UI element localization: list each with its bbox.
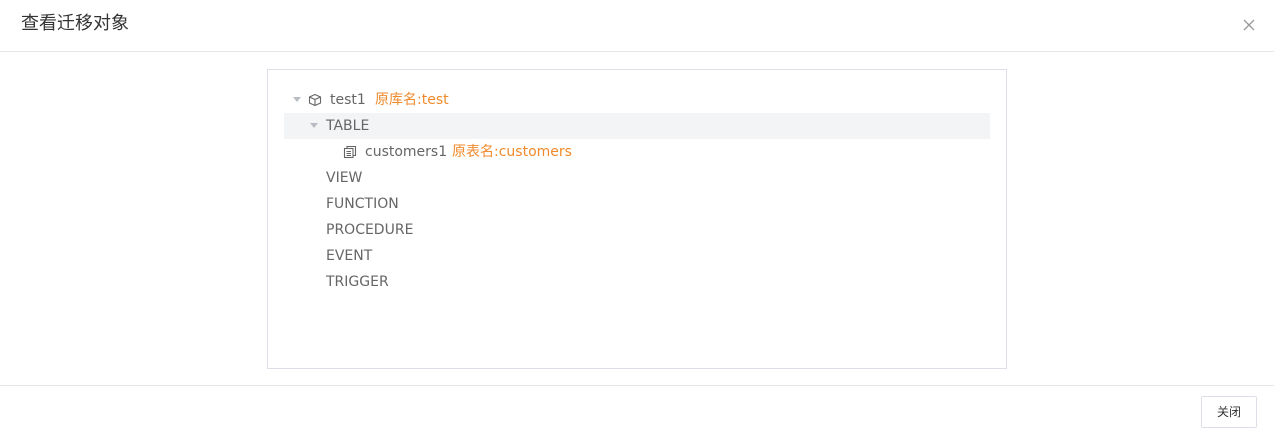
- tree-node-procedure[interactable]: PROCEDURE: [284, 217, 990, 243]
- close-icon[interactable]: [1240, 16, 1258, 34]
- table-file-icon: [343, 145, 357, 159]
- tree-node-trigger[interactable]: TRIGGER: [284, 269, 990, 295]
- table-item-origin-name: 原表名:customers: [452, 144, 572, 160]
- dialog-footer: 关闭: [0, 385, 1274, 436]
- dialog-header: 查看迁移对象: [0, 0, 1274, 52]
- root-origin-name: 原库名:test: [375, 92, 449, 108]
- tree-node-function[interactable]: FUNCTION: [284, 191, 990, 217]
- migration-objects-dialog: 查看迁移对象 test1 原库名:test TABLE customers1 原…: [0, 0, 1274, 436]
- tree-node-event[interactable]: EVENT: [284, 243, 990, 269]
- tree-node-table-item[interactable]: customers1 原表名:customers: [284, 139, 990, 165]
- close-button[interactable]: 关闭: [1201, 396, 1257, 428]
- database-cube-icon: [308, 93, 322, 107]
- group-label-procedure: PROCEDURE: [326, 222, 414, 238]
- caret-down-icon[interactable]: [293, 97, 301, 102]
- dialog-body: test1 原库名:test TABLE customers1 原表名:cust…: [0, 52, 1274, 385]
- group-label-trigger: TRIGGER: [326, 274, 389, 290]
- dialog-title: 查看迁移对象: [21, 13, 129, 34]
- table-group-label: TABLE: [326, 118, 370, 134]
- object-tree: test1 原库名:test TABLE customers1 原表名:cust…: [267, 69, 1007, 369]
- table-item-label: customers1: [365, 144, 448, 160]
- tree-node-root[interactable]: test1 原库名:test: [284, 87, 990, 113]
- group-label-view: VIEW: [326, 170, 363, 186]
- tree-node-view[interactable]: VIEW: [284, 165, 990, 191]
- caret-down-icon[interactable]: [310, 123, 318, 128]
- root-label: test1: [330, 92, 366, 108]
- group-label-event: EVENT: [326, 248, 373, 264]
- group-label-function: FUNCTION: [326, 196, 399, 212]
- tree-node-table-group[interactable]: TABLE: [284, 113, 990, 139]
